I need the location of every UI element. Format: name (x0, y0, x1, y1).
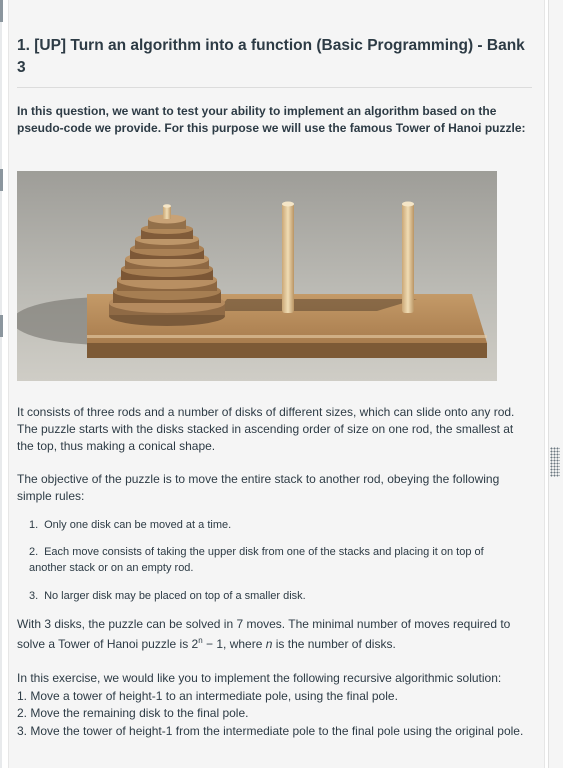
left-edge-marker (0, 315, 3, 337)
left-edge-marker (0, 0, 3, 22)
algorithm-step: 2. Move the remaining disk to the final … (17, 706, 249, 720)
tower-of-hanoi-image (17, 171, 497, 381)
list-item: 2. Each move consists of taking the uppe… (29, 546, 484, 574)
algorithm-paragraph: In this exercise, we would like you to i… (17, 670, 532, 740)
left-edge (0, 0, 2, 768)
question-title: 1. [UP] Turn an algorithm into a functio… (17, 37, 525, 76)
objective-paragraph: The objective of the puzzle is to move t… (17, 472, 500, 503)
list-item: 1. Only one disk can be moved at a time. (29, 519, 232, 531)
moves-paragraph: With 3 disks, the puzzle can be solved i… (17, 617, 511, 651)
left-edge-marker (0, 169, 3, 191)
resize-handle[interactable] (550, 447, 560, 477)
title-divider (17, 87, 532, 88)
algorithm-step: 1. Move a tower of height-1 to an interm… (17, 688, 398, 703)
question-intro: In this question, we want to test your a… (17, 104, 526, 135)
algorithm-step: 3. Move the tower of height-1 from the i… (17, 723, 524, 738)
description-paragraph: It consists of three rods and a number o… (17, 405, 515, 453)
list-item: 3. No larger disk may be placed on top o… (29, 590, 306, 602)
side-panel-rail[interactable] (548, 0, 563, 768)
